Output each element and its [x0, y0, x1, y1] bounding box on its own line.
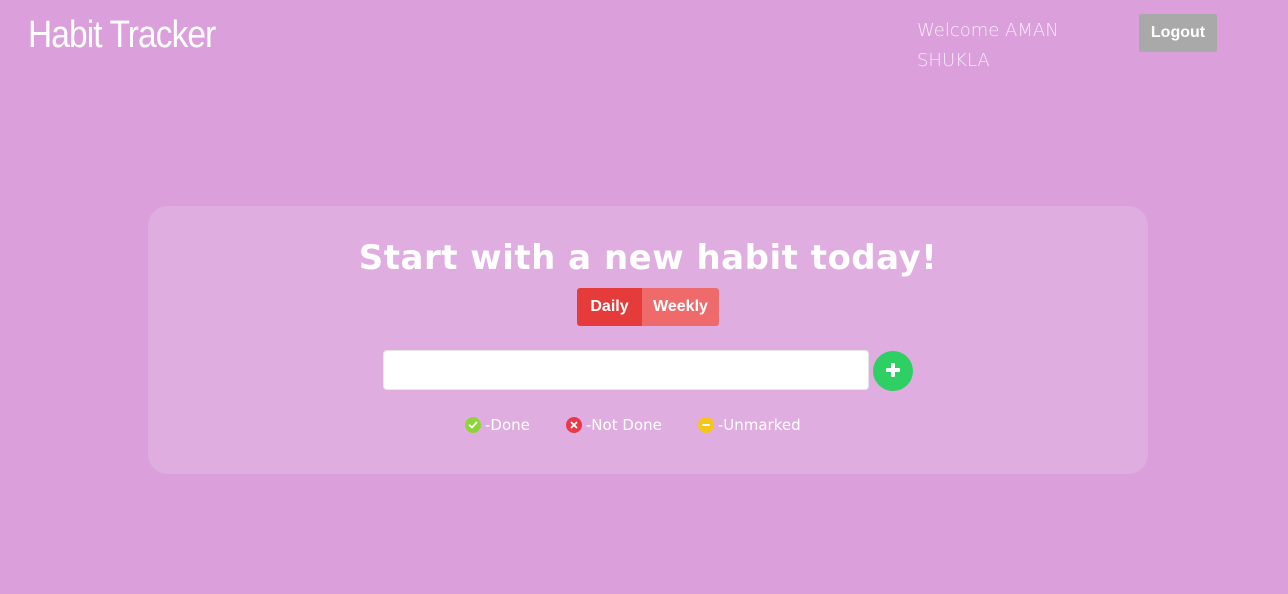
- legend-label-unmarked: -Unmarked: [717, 416, 801, 434]
- x-circle-icon: [565, 417, 582, 433]
- plus-icon: [884, 361, 902, 382]
- new-habit-card: Start with a new habit today! Daily Week…: [148, 206, 1148, 474]
- habit-input[interactable]: [383, 350, 869, 390]
- frequency-toggle: Daily Weekly: [577, 288, 719, 326]
- check-circle-icon: [465, 417, 481, 433]
- daily-button[interactable]: Daily: [577, 288, 642, 326]
- legend-label-done: -Done: [485, 416, 530, 434]
- add-habit-button[interactable]: [873, 351, 913, 391]
- status-legend: -Done -Not Done -Unmarked: [465, 416, 801, 434]
- welcome-text: Welcome AMAN SHUKLA: [917, 20, 1059, 71]
- legend-item-not-done: -Not Done: [565, 416, 662, 434]
- logout-button[interactable]: Logout: [1139, 14, 1217, 52]
- minus-circle-icon: [697, 417, 714, 433]
- legend-label-not-done: -Not Done: [585, 416, 662, 434]
- card-title: Start with a new habit today!: [358, 238, 938, 278]
- weekly-button[interactable]: Weekly: [642, 288, 719, 326]
- legend-item-done: -Done: [465, 416, 530, 434]
- brand-title: Habit Tracker: [28, 14, 216, 56]
- legend-item-unmarked: -Unmarked: [697, 416, 801, 434]
